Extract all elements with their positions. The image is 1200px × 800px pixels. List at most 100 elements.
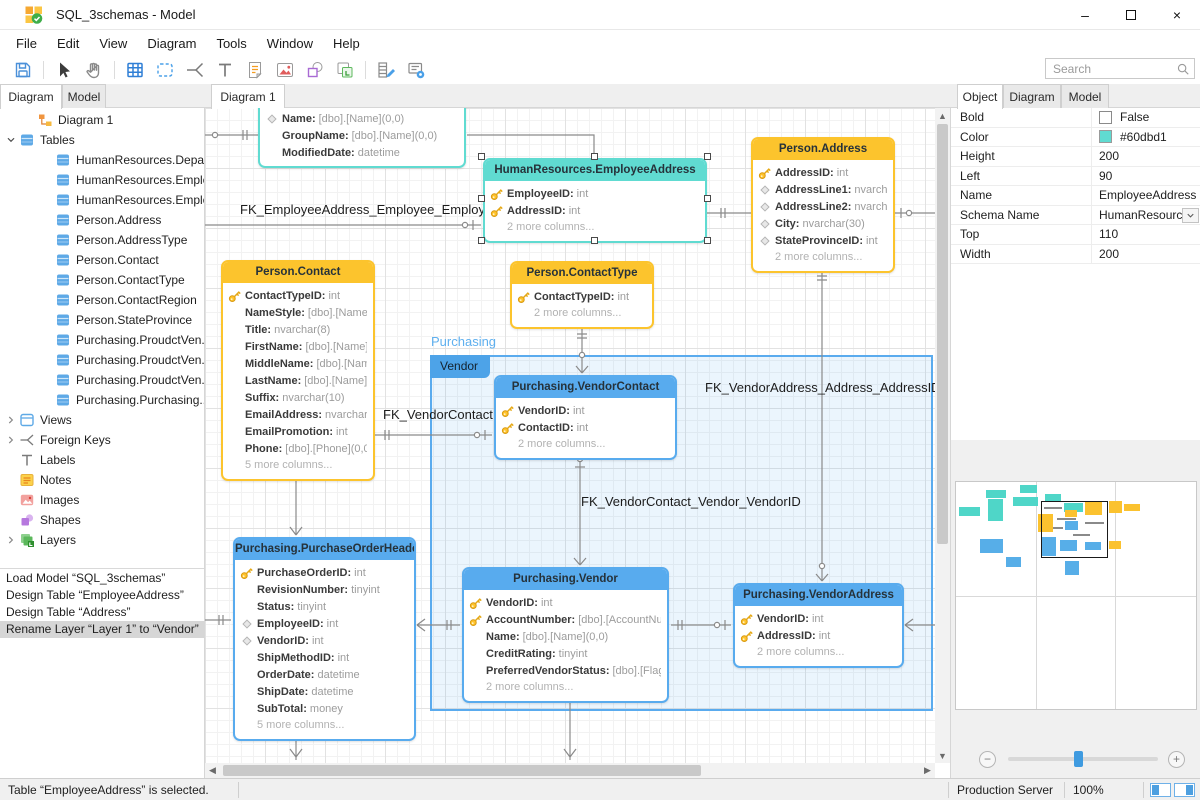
new-image-button[interactable] (270, 58, 300, 82)
tab-right-object[interactable]: Object (957, 84, 1003, 109)
table-entity[interactable]: Purchasing.VendorVendorID:intAccountNumb… (462, 567, 669, 703)
menu-item-edit[interactable]: Edit (47, 32, 89, 55)
property-value[interactable]: 200 (1091, 245, 1200, 264)
tree-item-shapes[interactable]: Shapes (0, 510, 204, 530)
selection-handle[interactable] (704, 153, 711, 160)
schema-dropdown-button[interactable] (1182, 208, 1199, 223)
new-note-button[interactable] (240, 58, 270, 82)
tab-left-diagram[interactable]: Diagram (0, 84, 62, 109)
tree-item-table[interactable]: Purchasing.ProudctVen... (0, 370, 204, 390)
tree-item-labels[interactable]: Labels (0, 450, 204, 470)
minimap[interactable] (955, 481, 1197, 710)
tree-item-table[interactable]: HumanResources.Emplo... (0, 190, 204, 210)
fk-relationship-label[interactable]: FK_EmployeeAddress_Employee_EmployeeID (240, 202, 512, 217)
new-table-button[interactable] (120, 58, 150, 82)
menu-item-file[interactable]: File (6, 32, 47, 55)
vertical-scroll-thumb[interactable] (937, 124, 948, 544)
selection-handle[interactable] (478, 237, 485, 244)
new-layer-button[interactable] (330, 58, 360, 82)
tree-item-table[interactable]: Person.AddressType (0, 230, 204, 250)
scroll-left-icon[interactable]: ◀ (205, 763, 220, 778)
horizontal-scroll-thumb[interactable] (223, 765, 701, 776)
zoom-slider[interactable] (1008, 757, 1158, 761)
table-entity[interactable]: Purchasing.VendorAddressVendorID:intAddr… (733, 583, 904, 668)
selection-handle[interactable] (591, 237, 598, 244)
table-entity[interactable]: Purchasing.VendorContactVendorID:intCont… (494, 375, 677, 460)
selection-handle[interactable] (591, 153, 598, 160)
select-area-button[interactable] (150, 58, 180, 82)
tree-item-table[interactable]: Person.StateProvince (0, 310, 204, 330)
property-value[interactable]: 200 (1091, 147, 1200, 166)
selection-handle[interactable] (704, 237, 711, 244)
color-swatch[interactable] (1099, 130, 1112, 143)
tree-item-table[interactable]: Person.ContactType (0, 270, 204, 290)
scroll-down-icon[interactable]: ▼ (935, 748, 950, 763)
history-item[interactable]: Load Model “SQL_3schemas” (0, 570, 204, 587)
property-value[interactable]: 90 (1091, 167, 1200, 186)
save-button[interactable] (8, 58, 38, 82)
property-value[interactable]: #60dbd1 (1091, 128, 1200, 147)
property-value[interactable]: EmployeeAddress (1091, 186, 1200, 205)
status-server[interactable]: Production Server (957, 779, 1053, 800)
horizontal-scrollbar[interactable]: ◀ ▶ (205, 763, 935, 778)
zoom-in-button[interactable]: + (1168, 751, 1185, 768)
menu-item-view[interactable]: View (89, 32, 137, 55)
tree-item-images[interactable]: Images (0, 490, 204, 510)
history-item[interactable]: Design Table “EmployeeAddress” (0, 587, 204, 604)
history-item[interactable]: Rename Layer “Layer 1” to “Vendor” (0, 621, 204, 638)
tree-item-diagram-1[interactable]: Diagram 1 (0, 110, 204, 130)
design-table-button[interactable] (371, 58, 401, 82)
fk-relationship-label[interactable]: FK_VendorAddress_Address_AddressID (705, 380, 935, 395)
table-entity[interactable]: Person.ContactContactTypeID:intNameStyle… (221, 260, 375, 481)
property-value[interactable]: 110 (1091, 225, 1200, 244)
tree-item-table[interactable]: HumanResources.Emplo... (0, 170, 204, 190)
tab-right-model[interactable]: Model (1061, 84, 1109, 108)
tree-item-table[interactable]: HumanResources.Depar... (0, 150, 204, 170)
zoom-out-button[interactable]: − (979, 751, 996, 768)
search-box[interactable] (1045, 58, 1195, 79)
selection-handle[interactable] (704, 195, 711, 202)
table-entity[interactable]: Person.ContactTypeContactTypeID:int2 mor… (510, 261, 654, 329)
bold-checkbox[interactable] (1099, 111, 1112, 124)
table-entity[interactable]: HumanResources.EmployeeAddressEmployeeID… (483, 158, 707, 243)
minimap-viewport[interactable] (1041, 501, 1108, 558)
tab-left-model[interactable]: Model (62, 84, 106, 108)
scroll-right-icon[interactable]: ▶ (920, 763, 935, 778)
selection-handle[interactable] (478, 153, 485, 160)
menu-item-help[interactable]: Help (323, 32, 370, 55)
status-zoom-level[interactable]: 100% (1073, 779, 1104, 800)
tree-item-table[interactable]: Purchasing.ProudctVen... (0, 350, 204, 370)
selection-handle[interactable] (478, 195, 485, 202)
pointer-tool-button[interactable] (49, 58, 79, 82)
new-shape-button[interactable] (300, 58, 330, 82)
export-model-button[interactable] (401, 58, 431, 82)
history-item[interactable]: Design Table “Address” (0, 604, 204, 621)
tab-right-diagram[interactable]: Diagram (1003, 84, 1061, 108)
tree-item-table[interactable]: Person.Address (0, 210, 204, 230)
tree-item-table[interactable]: Person.Contact (0, 250, 204, 270)
menu-item-diagram[interactable]: Diagram (137, 32, 206, 55)
table-entity[interactable]: Purchasing.PurchaseOrderHeaderPurchaseOr… (233, 537, 416, 741)
property-value[interactable]: HumanResources (1091, 206, 1200, 225)
tree-item-foreign-keys[interactable]: Foreign Keys (0, 430, 204, 450)
tree-item-tables[interactable]: Tables (0, 130, 204, 150)
tree-item-views[interactable]: Views (0, 410, 204, 430)
layer-tab-vendor[interactable]: Vendor (430, 355, 490, 378)
tree-item-notes[interactable]: Notes (0, 470, 204, 490)
tree-item-table[interactable]: Person.ContactRegion (0, 290, 204, 310)
fk-relationship-label[interactable]: FK_VendorContact_Vendor_VendorID (581, 494, 801, 509)
close-button[interactable]: × (1154, 0, 1200, 30)
new-relation-button[interactable] (180, 58, 210, 82)
tree-item-table[interactable]: Purchasing.Purchasing... (0, 390, 204, 410)
table-entity[interactable]: Name:[dbo].[Name](0,0)GroupName:[dbo].[N… (258, 108, 466, 168)
toggle-right-panel-button[interactable] (1174, 783, 1195, 797)
new-label-button[interactable] (210, 58, 240, 82)
zoom-slider-handle[interactable] (1074, 751, 1083, 767)
table-entity[interactable]: Person.AddressAddressID:intAddressLine1:… (751, 137, 895, 273)
pan-tool-button[interactable] (79, 58, 109, 82)
vertical-scrollbar[interactable]: ▲ ▼ (935, 108, 950, 763)
tab-canvas-diagram-1[interactable]: Diagram 1 (211, 84, 285, 109)
menu-item-window[interactable]: Window (257, 32, 323, 55)
scroll-up-icon[interactable]: ▲ (935, 108, 950, 123)
toggle-left-panel-button[interactable] (1150, 783, 1171, 797)
